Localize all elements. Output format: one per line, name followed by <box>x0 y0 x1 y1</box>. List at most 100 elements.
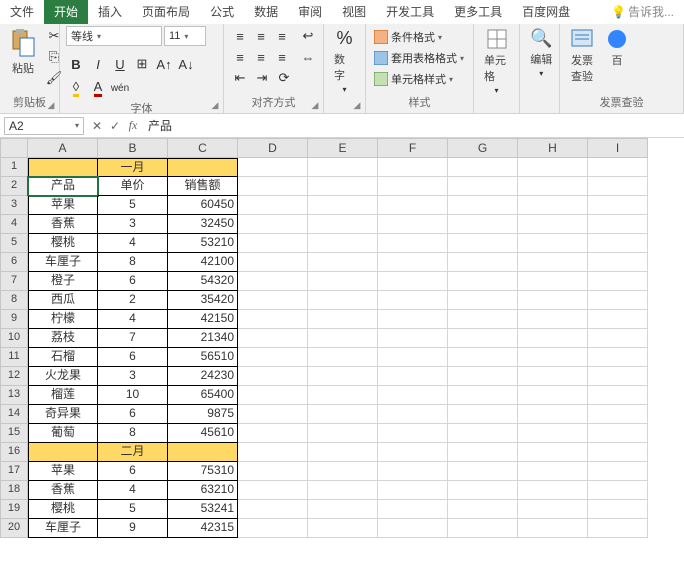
editing-button[interactable]: 🔍编辑▾ <box>526 26 556 80</box>
cell[interactable] <box>378 481 448 500</box>
row-header[interactable]: 1 <box>0 158 28 177</box>
cell[interactable] <box>378 196 448 215</box>
orientation-button[interactable]: ⟳ <box>274 68 294 88</box>
column-header[interactable]: H <box>518 138 588 158</box>
row-header[interactable]: 8 <box>0 291 28 310</box>
alignment-dialog-launcher[interactable]: ◢ <box>309 99 321 111</box>
cell[interactable] <box>378 177 448 196</box>
cell[interactable] <box>448 329 518 348</box>
row-header[interactable]: 12 <box>0 367 28 386</box>
row-header[interactable]: 4 <box>0 215 28 234</box>
cell[interactable]: 63210 <box>168 481 238 500</box>
cell[interactable] <box>588 329 648 348</box>
cell[interactable]: 24230 <box>168 367 238 386</box>
cell[interactable] <box>238 234 308 253</box>
cell[interactable]: 火龙果 <box>28 367 98 386</box>
cell[interactable] <box>448 196 518 215</box>
cell[interactable] <box>588 386 648 405</box>
cell[interactable] <box>588 196 648 215</box>
cell[interactable] <box>238 291 308 310</box>
cell[interactable] <box>518 367 588 386</box>
font-name-select[interactable]: 等线▾ <box>66 26 162 46</box>
select-all-button[interactable] <box>0 138 28 158</box>
column-header[interactable]: G <box>448 138 518 158</box>
cell[interactable] <box>308 348 378 367</box>
tab-page-layout[interactable]: 页面布局 <box>132 0 200 24</box>
cell[interactable]: 苹果 <box>28 462 98 481</box>
italic-button[interactable]: I <box>88 54 108 74</box>
cell[interactable] <box>308 443 378 462</box>
row-header[interactable]: 11 <box>0 348 28 367</box>
column-header[interactable]: B <box>98 138 168 158</box>
font-color-button[interactable]: A <box>88 78 108 98</box>
cell[interactable] <box>448 272 518 291</box>
cell[interactable] <box>588 443 648 462</box>
cell[interactable] <box>588 462 648 481</box>
cell[interactable] <box>238 310 308 329</box>
cell[interactable] <box>588 234 648 253</box>
cell[interactable] <box>448 424 518 443</box>
cell[interactable]: 6 <box>98 348 168 367</box>
row-header[interactable]: 19 <box>0 500 28 519</box>
cell[interactable] <box>308 177 378 196</box>
cell[interactable]: 8 <box>98 253 168 272</box>
cell[interactable] <box>28 158 98 177</box>
cell[interactable] <box>588 310 648 329</box>
baidu-button[interactable]: 百 <box>602 26 632 70</box>
tab-review[interactable]: 审阅 <box>288 0 332 24</box>
cells-button[interactable]: 单元格▾ <box>480 26 513 97</box>
formula-input[interactable]: 产品 <box>142 115 684 136</box>
cell[interactable] <box>308 462 378 481</box>
cell[interactable] <box>588 481 648 500</box>
font-dialog-launcher[interactable]: ◢ <box>209 99 221 111</box>
cell[interactable]: 香蕉 <box>28 481 98 500</box>
cell[interactable]: 葡萄 <box>28 424 98 443</box>
cell[interactable]: 56510 <box>168 348 238 367</box>
clipboard-dialog-launcher[interactable]: ◢ <box>45 99 57 111</box>
cell[interactable] <box>308 272 378 291</box>
cell[interactable] <box>518 443 588 462</box>
tab-baidu-netdisk[interactable]: 百度网盘 <box>512 0 580 24</box>
cell[interactable] <box>238 500 308 519</box>
cell[interactable] <box>448 348 518 367</box>
column-header[interactable]: I <box>588 138 648 158</box>
number-dialog-launcher[interactable]: ◢ <box>351 99 363 111</box>
cell[interactable] <box>378 462 448 481</box>
decrease-font-button[interactable]: A↓ <box>176 54 196 74</box>
cell[interactable] <box>238 158 308 177</box>
font-size-select[interactable]: 11▾ <box>164 26 206 46</box>
decrease-indent-button[interactable]: ⇤ <box>230 68 250 88</box>
cell[interactable] <box>588 500 648 519</box>
cell[interactable] <box>238 329 308 348</box>
cell[interactable] <box>448 367 518 386</box>
cell[interactable]: 53210 <box>168 234 238 253</box>
cell[interactable] <box>308 329 378 348</box>
align-left-button[interactable]: ≡ <box>230 47 250 67</box>
cell[interactable] <box>588 367 648 386</box>
cell[interactable]: 7 <box>98 329 168 348</box>
cell[interactable] <box>518 272 588 291</box>
row-header[interactable]: 9 <box>0 310 28 329</box>
cell[interactable]: 车厘子 <box>28 253 98 272</box>
cell[interactable] <box>588 158 648 177</box>
cell[interactable] <box>518 424 588 443</box>
cell[interactable] <box>28 443 98 462</box>
cell[interactable] <box>588 177 648 196</box>
tab-view[interactable]: 视图 <box>332 0 376 24</box>
cell[interactable]: 3 <box>98 215 168 234</box>
cell[interactable]: 荔枝 <box>28 329 98 348</box>
cell[interactable] <box>448 158 518 177</box>
cell[interactable]: 60450 <box>168 196 238 215</box>
number-format-button[interactable]: %数字▾ <box>330 26 359 96</box>
align-middle-button[interactable]: ≡ <box>251 26 271 46</box>
row-header[interactable]: 10 <box>0 329 28 348</box>
cell[interactable] <box>378 272 448 291</box>
cell[interactable] <box>238 462 308 481</box>
cell[interactable] <box>518 310 588 329</box>
cell[interactable] <box>378 405 448 424</box>
column-header[interactable]: C <box>168 138 238 158</box>
cell[interactable] <box>378 519 448 538</box>
column-header[interactable]: A <box>28 138 98 158</box>
row-header[interactable]: 6 <box>0 253 28 272</box>
cell[interactable] <box>378 424 448 443</box>
